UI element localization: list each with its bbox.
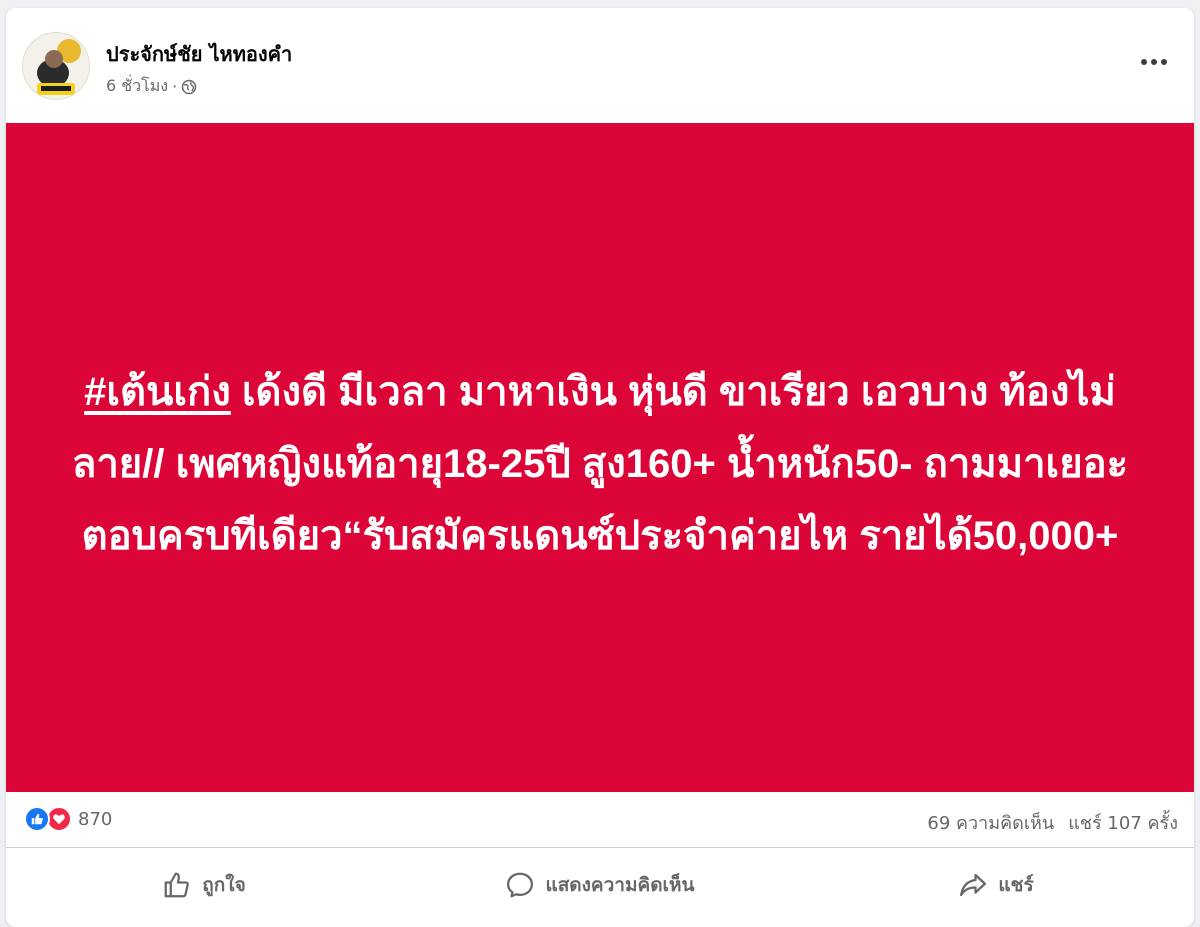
more-options-icon[interactable]	[1134, 48, 1174, 76]
more-dot	[1161, 59, 1167, 65]
post-card: ประจักษ์ชัย ไหทองคำ 6 ชั่วโมง · #เต้นเก่…	[6, 8, 1194, 927]
like-icon	[24, 806, 50, 832]
reaction-count: 870	[78, 808, 113, 830]
engagement-counts: 69 ความคิดเห็น แชร์ 107 ครั้ง	[927, 808, 1178, 837]
comment-label: แสดงความคิดเห็น	[545, 874, 695, 896]
like-button[interactable]: ถูกใจ	[6, 850, 402, 920]
post-actions: ถูกใจ แสดงความคิดเห็น แชร์	[6, 850, 1194, 920]
post-meta: 6 ชั่วโมง ·	[106, 74, 197, 99]
like-label: ถูกใจ	[202, 874, 246, 896]
thumbs-up-icon	[162, 870, 192, 900]
post-stats: 870 69 ความคิดเห็น แชร์ 107 ครั้ง	[6, 792, 1194, 848]
more-dot	[1151, 59, 1157, 65]
post-time[interactable]: 6 ชั่วโมง	[106, 74, 168, 99]
author-avatar[interactable]	[22, 32, 90, 100]
post-banner[interactable]: #เต้นเก่ง เด้งดี มีเวลา มาหาเงิน หุ่นดี …	[6, 123, 1194, 792]
comment-count[interactable]: 69 ความคิดเห็น	[927, 808, 1054, 837]
meta-separator: ·	[172, 77, 178, 96]
share-count[interactable]: แชร์ 107 ครั้ง	[1068, 808, 1178, 837]
more-dot	[1141, 59, 1147, 65]
share-label: แชร์	[998, 874, 1034, 896]
banner-text: #เต้นเก่ง เด้งดี มีเวลา มาหาเงิน หุ่นดี …	[70, 356, 1130, 572]
avatar-image	[37, 39, 81, 95]
comment-button[interactable]: แสดงความคิดเห็น	[402, 850, 798, 920]
share-arrow-icon	[958, 870, 988, 900]
hashtag-link[interactable]: #เต้นเก่ง	[84, 370, 231, 414]
share-button[interactable]: แชร์	[798, 850, 1194, 920]
post-header: ประจักษ์ชัย ไหทองคำ 6 ชั่วโมง ·	[6, 8, 1194, 123]
banner-body: เด้งดี มีเวลา มาหาเงิน หุ่นดี ขาเรียว เอ…	[71, 369, 1129, 558]
globe-icon	[181, 79, 197, 95]
author-name[interactable]: ประจักษ์ชัย ไหทองคำ	[106, 38, 292, 70]
comment-bubble-icon	[505, 870, 535, 900]
reactions-summary[interactable]: 870	[24, 806, 112, 832]
